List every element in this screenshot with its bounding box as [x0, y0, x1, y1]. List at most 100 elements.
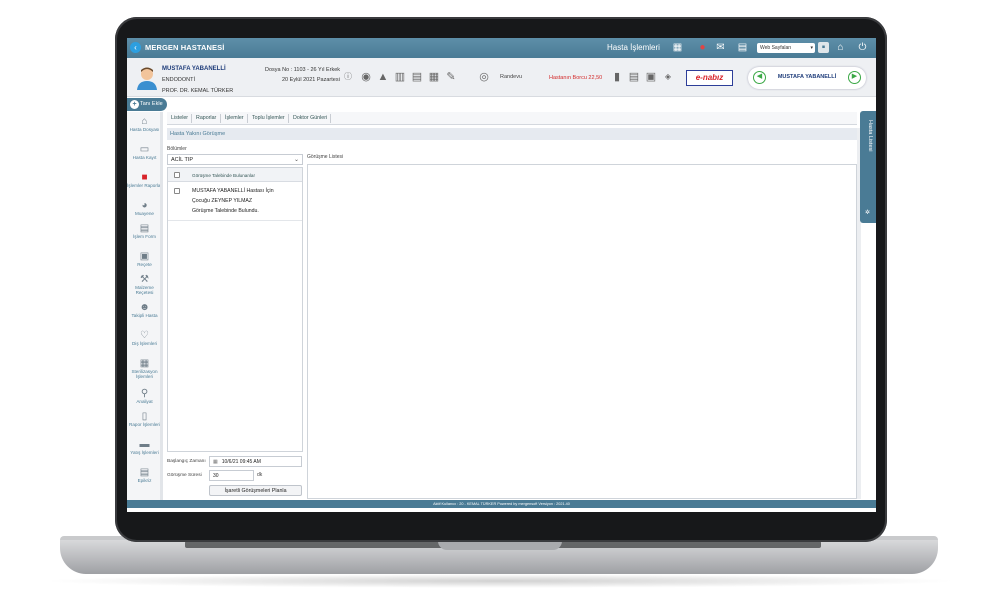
tani-ekle-button[interactable]: + Tanı Ekle — [127, 98, 167, 111]
grid-icon[interactable]: ▪ — [818, 42, 829, 53]
sidebar-item-label: Epikriz — [137, 478, 152, 483]
checklist-icon[interactable]: ▤ — [411, 71, 423, 83]
bolum-value: ACİL TIP — [171, 157, 194, 163]
request-list: Görüşme Talebinde Bulunanlar MUSTAFA YAB… — [167, 167, 303, 452]
user-alert-icon[interactable]: ● — [697, 42, 708, 53]
documents-icon[interactable]: ▥ — [394, 71, 406, 83]
appointment-icon[interactable]: ◎ — [478, 71, 490, 83]
start-time-label: Başlangıç Zamanı — [167, 459, 206, 464]
shield-icon[interactable]: ◈ — [662, 71, 674, 83]
sidebar-item-label: İşlemler Raporlar — [127, 183, 162, 188]
analysis-icon: ⚲ — [140, 388, 149, 399]
chevron-down-icon: ▾ — [810, 45, 813, 51]
laptop-notch — [438, 541, 562, 550]
sidebar-item-dis-islemleri[interactable]: ♡ Diş İşlemleri — [127, 330, 162, 346]
sidebar-item-hasta-kayit[interactable]: ▭ Hasta Kayıt — [127, 144, 162, 160]
tooth-icon: ♡ — [140, 330, 149, 341]
request-list-header: Görüşme Talebinde Bulunanlar — [168, 168, 302, 182]
sidebar-item-label: Takipli Hasta — [131, 313, 158, 318]
chevron-down-icon: ⌄ — [293, 157, 299, 163]
tab-islemler[interactable]: İşlemler — [225, 115, 244, 121]
tab-divider — [247, 114, 248, 123]
web-pages-select[interactable]: Web Sayfaları ▾ — [757, 43, 815, 53]
status-footer: Aktif Kullanıcı : 20 - KEMAL TÜRKER Powe… — [127, 500, 876, 508]
id-card-icon: ▭ — [139, 144, 150, 155]
tab-doktor-gunleri[interactable]: Doktor Günleri — [293, 115, 327, 121]
sidebar-item-rapor-islemleri[interactable]: ▯ Rapor İşlemleri — [127, 411, 162, 427]
sidebar-item-muayene[interactable]: ◕ Muayene — [127, 200, 162, 216]
tab-raporlar[interactable]: Raporlar — [196, 115, 216, 121]
web-pages-label: Web Sayfaları — [760, 45, 792, 51]
request-list-header-label: Görüşme Talebinde Bulunanlar — [192, 173, 255, 178]
user-track-icon: ☻ — [139, 302, 150, 313]
sidebar-item-recete[interactable]: ▣ Reçete — [127, 251, 162, 267]
report-icon[interactable]: ▤ — [737, 42, 748, 53]
sidebar-item-label: Hasta Kayıt — [132, 155, 157, 160]
patient-department: ENDODONTİ — [162, 77, 195, 83]
sterilization-icon: ▦ — [139, 358, 150, 369]
laptop-stage: ‹ MERGEN HASTANESİ Hasta İşlemleri ▦ ● ✉… — [0, 0, 1000, 615]
notes-icon[interactable]: ▦ — [428, 71, 440, 83]
plan-meetings-button[interactable]: İşaretli Görüşmeleri Planla — [209, 485, 302, 496]
form-icon: ▤ — [139, 223, 150, 234]
duration-unit: dk — [257, 472, 263, 478]
sidebar-item-takipli-hasta[interactable]: ☻ Takipli Hasta — [127, 302, 162, 318]
sidebar-item-islemler-raporlar[interactable]: ■ İşlemler Raporlar — [127, 172, 162, 188]
tab-toplu-islemler[interactable]: Toplu İşlemler — [252, 115, 285, 121]
gorusme-list-label: Görüşme Listesi — [307, 154, 344, 160]
building-icon[interactable]: ▮ — [611, 71, 623, 83]
sidebar-item-hasta-dosyasi[interactable]: ⌂ Hasta Dosyası — [127, 116, 162, 132]
sidebar-scrollbar[interactable] — [160, 112, 163, 505]
epicrisis-icon: ▤ — [139, 467, 150, 478]
sidebar-item-label: Reçete — [137, 262, 152, 267]
enabiz-logo[interactable]: e-nabız — [686, 70, 733, 86]
laptop-shadow — [40, 574, 960, 588]
gorusme-list-panel — [307, 164, 857, 499]
duration-input[interactable]: 30 — [209, 470, 254, 481]
bolum-select[interactable]: ACİL TIP ⌄ — [167, 154, 303, 165]
prescription-icon: ▣ — [139, 251, 150, 262]
select-all-checkbox[interactable] — [174, 172, 180, 178]
tools-icon: ⚒ — [140, 274, 149, 285]
start-time-value: 10/6/21 09:45 AM — [221, 459, 261, 465]
sidebar-item-islem-form[interactable]: ▤ İşlem Form — [127, 223, 162, 239]
home-top-icon[interactable]: ⌂ — [835, 42, 846, 53]
bed-icon: ▬ — [139, 439, 150, 450]
clock-icon[interactable]: ◉ — [360, 71, 372, 83]
list-item[interactable]: MUSTAFA YABANELLİ Hastası İçin Çocuğu ZE… — [168, 183, 302, 221]
folder-icon[interactable]: ▤ — [628, 71, 640, 83]
stethoscope-icon: ◕ — [141, 200, 148, 211]
back-icon[interactable]: ‹ — [130, 42, 141, 53]
sidebar-item-label: Rapor İşlemleri — [129, 422, 160, 427]
sidebar-item-label: İşlem Form — [133, 234, 156, 239]
start-time-input[interactable]: ▦ 10/6/21 09:45 AM — [209, 456, 302, 467]
plus-icon: + — [130, 100, 139, 109]
edit-doc-icon[interactable]: ✎ — [445, 71, 457, 83]
sidebar-item-yatis-islemleri[interactable]: ▬ Yatış İşlemleri — [127, 439, 162, 455]
page-title: Hasta Yakını Görüşme — [167, 128, 857, 140]
next-patient-icon[interactable]: ▶ — [848, 71, 861, 84]
calendar-icon[interactable]: ▦ — [672, 42, 683, 53]
hasta-islemleri-menu[interactable]: Hasta İşlemleri — [607, 43, 660, 52]
sidebar-item-analiyat[interactable]: ⚲ Analiyat — [127, 388, 162, 404]
file-info: Dosya No : 1103 - 26 Yıl Erkek — [265, 67, 340, 73]
avatar — [137, 67, 157, 90]
home-icon: ⌂ — [141, 116, 148, 127]
duration-label: Görüşme Süresi — [167, 473, 202, 478]
add-doc-icon[interactable]: ▣ — [645, 71, 657, 83]
sidebar-item-label: Analiyat — [136, 399, 153, 404]
power-icon[interactable]: ⏻ — [857, 42, 868, 53]
settings-icon[interactable]: ✲ — [864, 210, 871, 217]
info-icon[interactable]: ⓘ — [342, 71, 354, 83]
sidebar-item-sterilizasyon[interactable]: ▦ Sterilizasyon İşlemleri — [127, 358, 162, 379]
appointment-label[interactable]: Randevu — [500, 74, 522, 80]
sidebar-item-malzeme-recetesi[interactable]: ⚒ Malzeme Reçetesi — [127, 274, 162, 295]
tani-ekle-label: Tanı Ekle — [140, 101, 163, 107]
warning-icon[interactable]: ▲ — [377, 71, 389, 83]
tab-divider — [220, 114, 221, 123]
sidebar-item-epikriz[interactable]: ▤ Epikriz — [127, 467, 162, 483]
mail-icon[interactable]: ✉ — [715, 42, 726, 53]
tab-listeler[interactable]: Listeler — [171, 115, 188, 121]
visit-date: 20 Eylül 2021 Pazartesi — [282, 77, 340, 83]
row-checkbox[interactable] — [174, 188, 180, 194]
